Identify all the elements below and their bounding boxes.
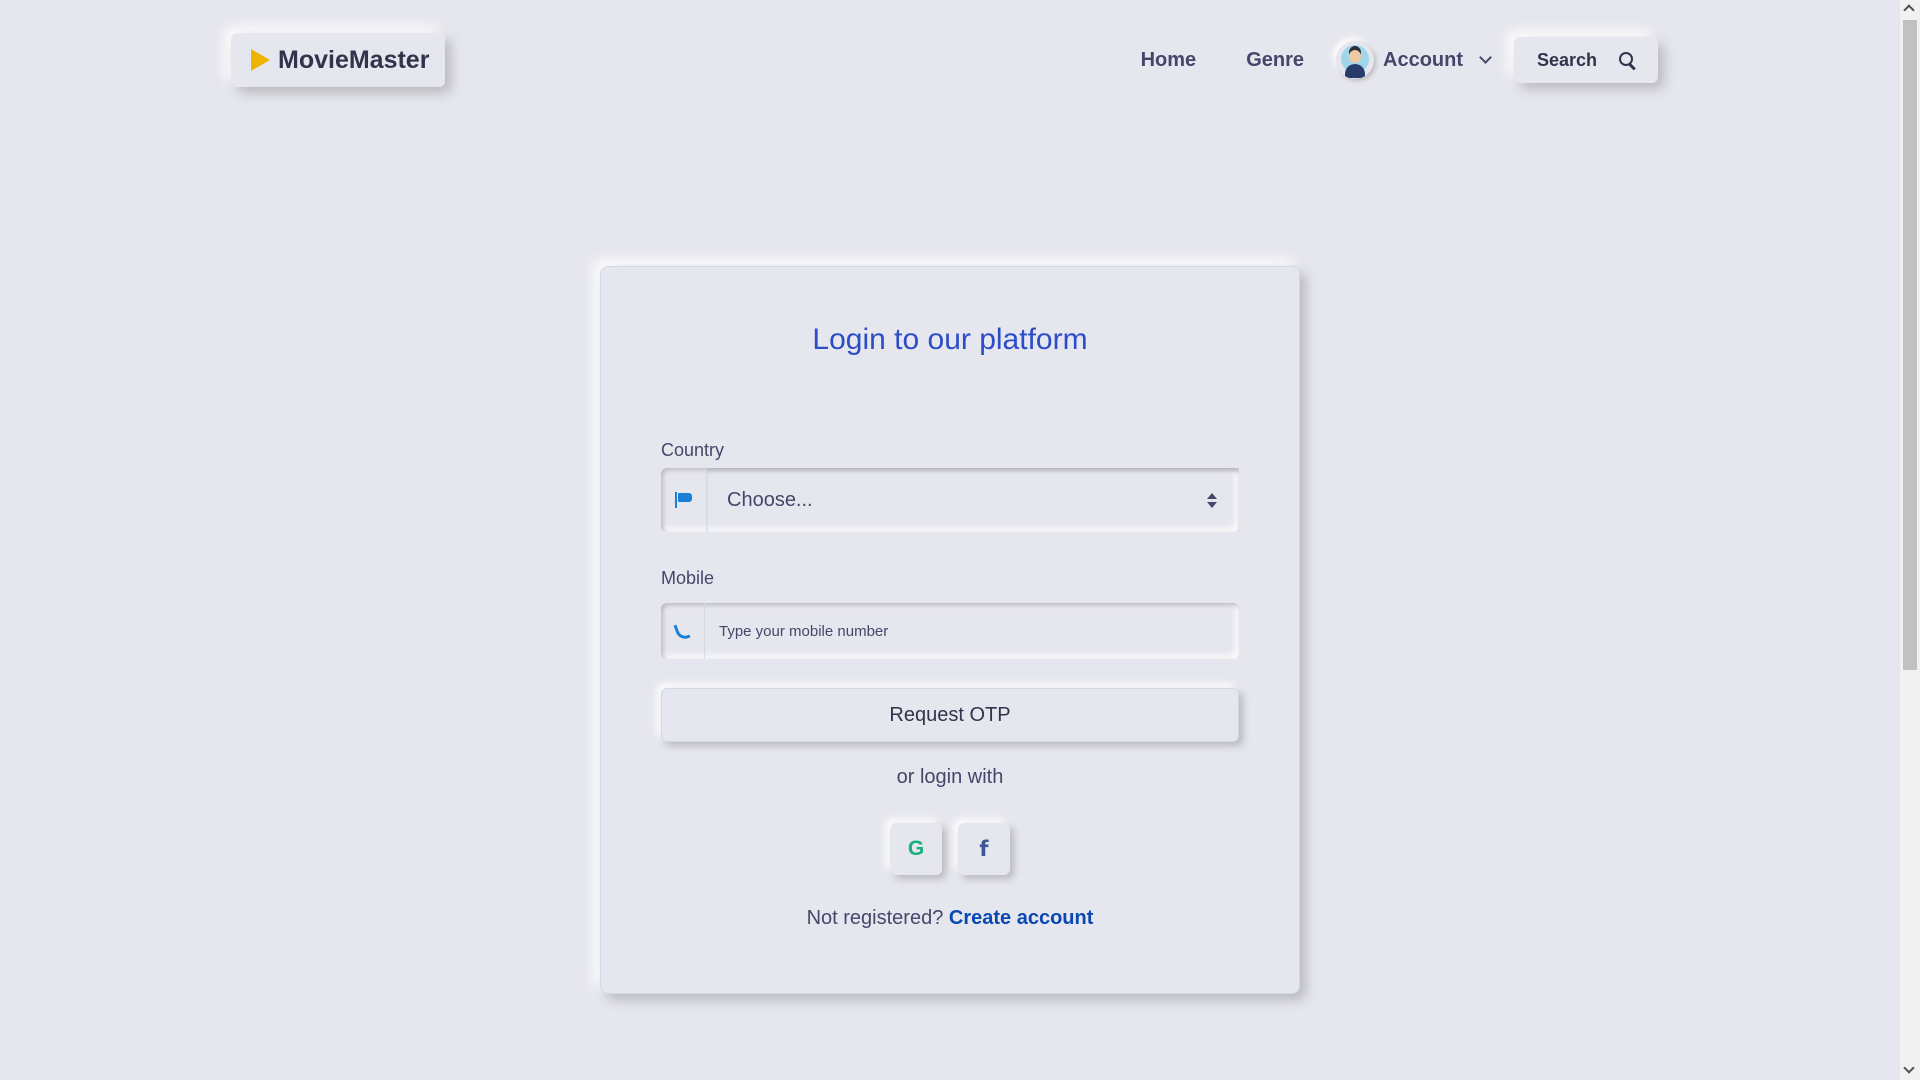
request-otp-button[interactable]: Request OTP	[661, 688, 1239, 742]
register-text: Not registered?	[806, 907, 944, 929]
country-select[interactable]: Choose...	[661, 468, 1239, 532]
google-icon: G	[907, 837, 925, 860]
facebook-login-button[interactable]: f	[958, 823, 1010, 875]
scroll-down-icon[interactable]	[1903, 1062, 1915, 1074]
avatar	[1336, 41, 1374, 79]
account-menu[interactable]: Account	[1336, 41, 1492, 79]
search-button-label: Search	[1536, 49, 1598, 70]
flag-icon	[674, 492, 693, 508]
create-account-link[interactable]: Create account	[949, 907, 1094, 929]
google-login-button[interactable]: G	[890, 823, 942, 875]
country-label: Country	[661, 440, 725, 460]
nav-home-link[interactable]: Home	[1141, 49, 1197, 72]
select-arrows-icon	[1207, 492, 1217, 508]
play-icon	[251, 49, 270, 71]
page: MovieMaster Home Genre Account Search Lo…	[0, 0, 1920, 1080]
brand-logo[interactable]: MovieMaster	[231, 33, 445, 87]
main-nav: Home Genre Account Search	[1141, 35, 1658, 85]
mobile-addon	[661, 603, 705, 659]
scroll-up-icon[interactable]	[1903, 4, 1915, 16]
social-login-group: G f	[601, 823, 1299, 875]
country-dropdown[interactable]: Choose...	[707, 468, 1239, 532]
login-title: Login to our platform	[812, 323, 1088, 356]
country-addon	[661, 468, 707, 532]
country-selected-value: Choose...	[727, 488, 813, 511]
phone-icon	[675, 623, 691, 639]
mobile-input[interactable]	[705, 603, 1239, 659]
chevron-down-icon	[1479, 51, 1492, 64]
nav-genre-link[interactable]: Genre	[1246, 49, 1304, 72]
login-card: Login to our platform Country Choose... …	[600, 266, 1300, 994]
search-button[interactable]: Search	[1514, 37, 1658, 83]
facebook-icon: f	[979, 837, 989, 861]
brand-name: MovieMaster	[278, 45, 430, 74]
mobile-field	[661, 603, 1239, 659]
mobile-label: Mobile	[661, 568, 715, 588]
scrollbar[interactable]	[1900, 0, 1920, 1080]
register-prompt: Not registered? Create account	[601, 907, 1299, 930]
scrollbar-thumb[interactable]	[1903, 20, 1917, 670]
search-icon	[1619, 52, 1635, 68]
or-login-with-text: or login with	[896, 766, 1004, 788]
account-label: Account	[1383, 48, 1463, 71]
